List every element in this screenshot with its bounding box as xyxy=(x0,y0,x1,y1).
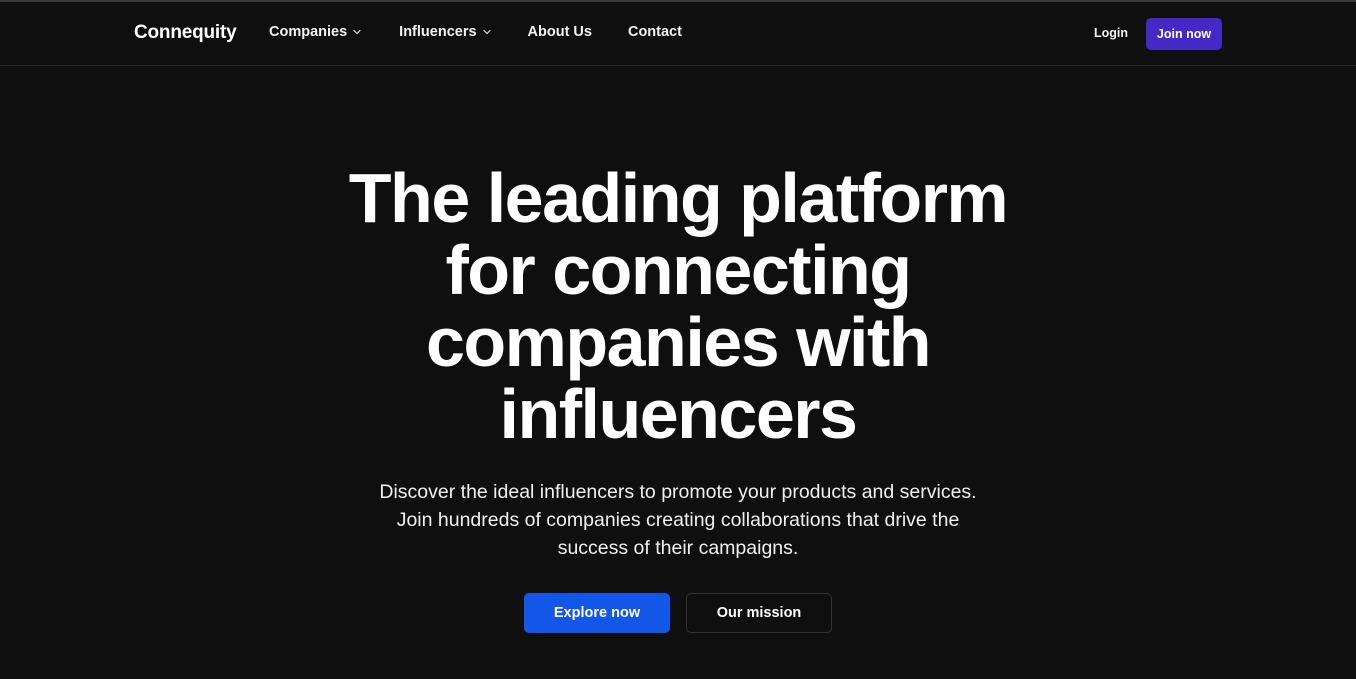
our-mission-button[interactable]: Our mission xyxy=(686,593,832,633)
hero-subtitle-line: Join hundreds of companies creating coll… xyxy=(396,509,960,531)
hero-title-line: The leading platform xyxy=(348,159,1009,237)
nav-item-label: Contact xyxy=(627,24,682,40)
nav-item-label: About Us xyxy=(527,24,592,40)
nav-item-companies[interactable]: Companies xyxy=(269,24,361,40)
chevron-down-icon xyxy=(353,28,361,36)
join-now-button[interactable]: Join now xyxy=(1146,18,1222,50)
hero-title-line: influencers xyxy=(499,375,858,453)
nav-item-label: Influencers xyxy=(399,24,477,40)
hero-title-line: companies with xyxy=(425,303,932,381)
login-link[interactable]: Login xyxy=(1094,26,1128,40)
nav-item-about-us[interactable]: About Us xyxy=(528,24,592,40)
chevron-down-icon xyxy=(482,28,491,36)
hero-title: The leading platform for connecting comp… xyxy=(278,162,1078,450)
brand-logo[interactable]: Connequity xyxy=(134,22,237,44)
nav-item-label: Companies xyxy=(269,24,348,40)
page: Connequity Companies Influencers About U… xyxy=(0,0,1356,679)
nav-item-contact[interactable]: Contact xyxy=(628,24,682,40)
nav-item-influencers[interactable]: Influencers xyxy=(399,24,491,40)
hero-title-line: for connecting xyxy=(445,231,912,309)
top-navbar: Connequity Companies Influencers About U… xyxy=(0,2,1356,66)
hero-subtitle-line: Discover the ideal influencers to promot… xyxy=(379,481,977,503)
main-nav: Companies Influencers About Us Contact xyxy=(269,24,682,40)
explore-now-button[interactable]: Explore now xyxy=(524,593,670,633)
hero-subtitle: Discover the ideal influencers to promot… xyxy=(328,478,1028,562)
hero-subtitle-line: success of their campaigns. xyxy=(557,537,799,559)
